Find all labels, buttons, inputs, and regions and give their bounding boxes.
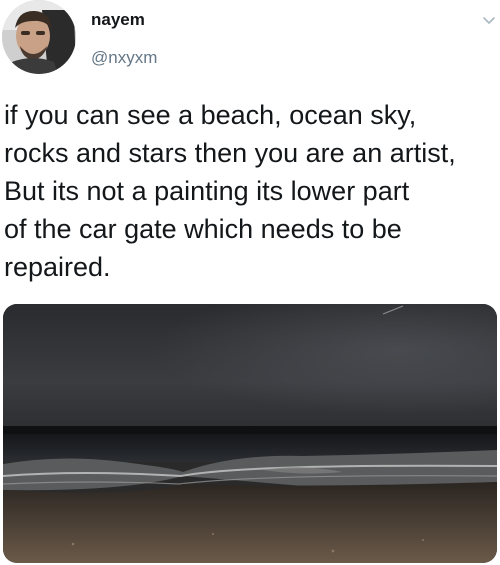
avatar[interactable]	[2, 0, 76, 74]
chevron-down-icon[interactable]	[482, 14, 496, 28]
tweet-image[interactable]	[3, 304, 497, 563]
tweet-text: if you can see a beach, ocean sky, rocks…	[4, 100, 456, 282]
user-handle[interactable]: @nxyxm	[91, 48, 157, 68]
display-name[interactable]: nayem	[91, 10, 145, 30]
